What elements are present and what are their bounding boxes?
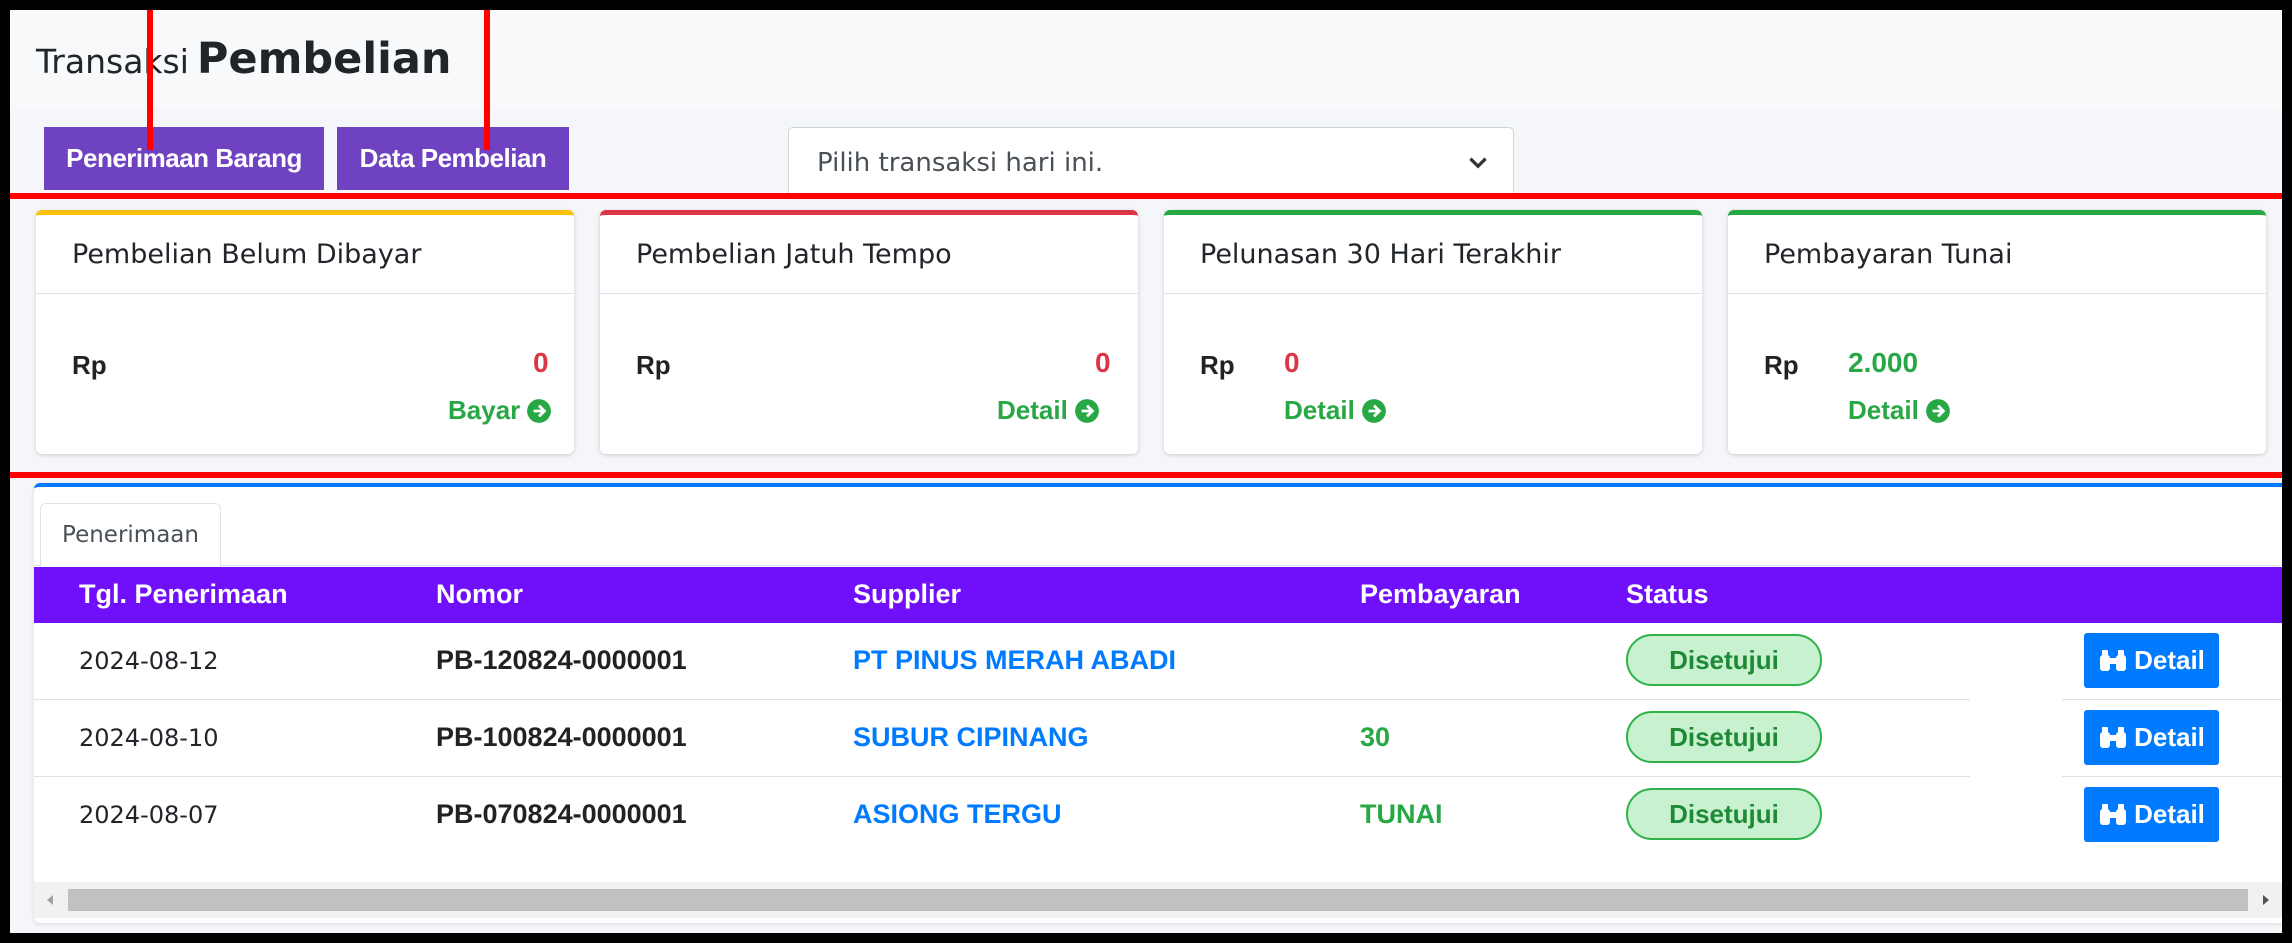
- row-pembayaran: 30: [1360, 722, 1391, 752]
- scroll-right-icon[interactable]: [2256, 890, 2276, 910]
- page-title-prefix: Transaksi: [36, 42, 189, 81]
- detail-link[interactable]: Detail: [1848, 395, 1951, 426]
- status-badge: Disetujui: [1626, 634, 1822, 686]
- circle-arrow-right-icon: [527, 398, 552, 423]
- column-header: Pembayaran: [1360, 579, 1521, 609]
- detail-button[interactable]: Detail: [2084, 787, 2219, 842]
- currency-label: Rp: [1200, 350, 1235, 380]
- page-title-main: Pembelian: [196, 34, 452, 84]
- detail-button[interactable]: Detail: [2084, 710, 2219, 765]
- row-supplier-link[interactable]: PT PINUS MERAH ABADI: [853, 645, 1176, 676]
- row-nomor: PB-120824-0000001: [436, 645, 687, 675]
- card-value: 0: [533, 347, 549, 378]
- card-link-label: Bayar: [448, 395, 521, 425]
- card-title: Pelunasan 30 Hari Terakhir: [1164, 215, 1702, 294]
- detail-button-label: Detail: [2134, 722, 2205, 752]
- table-row: 2024-08-10 PB-100824-0000001 SUBUR CIPIN…: [34, 700, 2282, 776]
- binoculars-icon: [2100, 726, 2127, 748]
- detail-button[interactable]: Detail: [2084, 633, 2219, 688]
- currency-label: Rp: [636, 350, 671, 380]
- card-pelunasan-30-hari: Pelunasan 30 Hari Terakhir Rp 0 Detail: [1164, 210, 1702, 454]
- card-link-label: Detail: [1284, 395, 1355, 425]
- card-title: Pembayaran Tunai: [1728, 215, 2266, 294]
- penerimaan-panel: Penerimaan Tgl. Penerimaan Nomor Supplie…: [34, 483, 2282, 923]
- chevron-down-icon: [1469, 157, 1487, 169]
- row-date: 2024-08-10: [79, 724, 219, 752]
- annotation-line: [10, 472, 2282, 478]
- column-header: Tgl. Penerimaan: [79, 579, 288, 609]
- binoculars-icon: [2100, 803, 2127, 825]
- column-header: Supplier: [853, 579, 962, 609]
- detail-button-label: Detail: [2134, 799, 2205, 829]
- row-supplier-link[interactable]: SUBUR CIPINANG: [853, 722, 1089, 753]
- circle-arrow-right-icon: [1361, 398, 1386, 423]
- status-badge: Disetujui: [1626, 711, 1822, 763]
- annotation-line: [484, 10, 490, 150]
- card-pembelian-jatuh-tempo: Pembelian Jatuh Tempo Rp 0 Detail: [600, 210, 1138, 454]
- annotation-line: [147, 10, 153, 150]
- card-title: Pembelian Belum Dibayar: [36, 215, 574, 294]
- row-nomor: PB-100824-0000001: [436, 722, 687, 752]
- row-pembayaran: TUNAI: [1360, 799, 1443, 829]
- card-pembayaran-tunai: Pembayaran Tunai Rp 2.000 Detail: [1728, 210, 2266, 454]
- bayar-link[interactable]: Bayar: [448, 395, 552, 426]
- detail-link[interactable]: Detail: [997, 395, 1100, 426]
- card-title: Pembelian Jatuh Tempo: [600, 215, 1138, 294]
- circle-arrow-right-icon: [1074, 398, 1099, 423]
- data-pembelian-button[interactable]: Data Pembelian: [337, 127, 569, 190]
- card-pembelian-belum-dibayar: Pembelian Belum Dibayar Rp 0 Bayar: [36, 210, 574, 454]
- scrollbar-thumb[interactable]: [68, 889, 2248, 911]
- scroll-left-icon[interactable]: [40, 890, 60, 910]
- card-value: 2.000: [1848, 347, 1919, 378]
- circle-arrow-right-icon: [1925, 398, 1950, 423]
- table-row: 2024-08-07 PB-070824-0000001 ASIONG TERG…: [34, 777, 2282, 853]
- tab-bar: Penerimaan: [34, 487, 2282, 567]
- annotation-line: [10, 193, 2282, 199]
- currency-label: Rp: [1764, 350, 1799, 380]
- transaction-filter-select[interactable]: Pilih transaksi hari ini.: [788, 127, 1514, 199]
- horizontal-scrollbar[interactable]: [34, 882, 2282, 918]
- row-date: 2024-08-12: [79, 647, 219, 675]
- row-nomor: PB-070824-0000001: [436, 799, 687, 829]
- column-header: Nomor: [436, 579, 523, 609]
- status-badge: Disetujui: [1626, 788, 1822, 840]
- row-supplier-link[interactable]: ASIONG TERGU: [853, 799, 1062, 830]
- app-frame: Transaksi Pembelian Penerimaan Barang Dat…: [10, 10, 2282, 933]
- binoculars-icon: [2100, 649, 2127, 671]
- penerimaan-barang-button[interactable]: Penerimaan Barang: [44, 127, 324, 190]
- card-link-label: Detail: [1848, 395, 1919, 425]
- detail-link[interactable]: Detail: [1284, 395, 1387, 426]
- row-date: 2024-08-07: [79, 801, 219, 829]
- select-value: Pilih transaksi hari ini.: [817, 148, 1104, 178]
- detail-button-label: Detail: [2134, 645, 2205, 675]
- column-header: Status: [1626, 579, 1709, 609]
- table-header: Tgl. Penerimaan Nomor Supplier Pembayara…: [34, 567, 2282, 623]
- table-row: 2024-08-12 PB-120824-0000001 PT PINUS ME…: [34, 623, 2282, 699]
- card-link-label: Detail: [997, 395, 1068, 425]
- title-bar: Transaksi Pembelian: [10, 10, 2282, 110]
- page-title: Transaksi Pembelian: [36, 34, 451, 84]
- currency-label: Rp: [72, 350, 107, 380]
- tab-penerimaan[interactable]: Penerimaan: [40, 503, 221, 567]
- card-value: 0: [1284, 347, 1300, 378]
- card-value: 0: [1095, 347, 1111, 378]
